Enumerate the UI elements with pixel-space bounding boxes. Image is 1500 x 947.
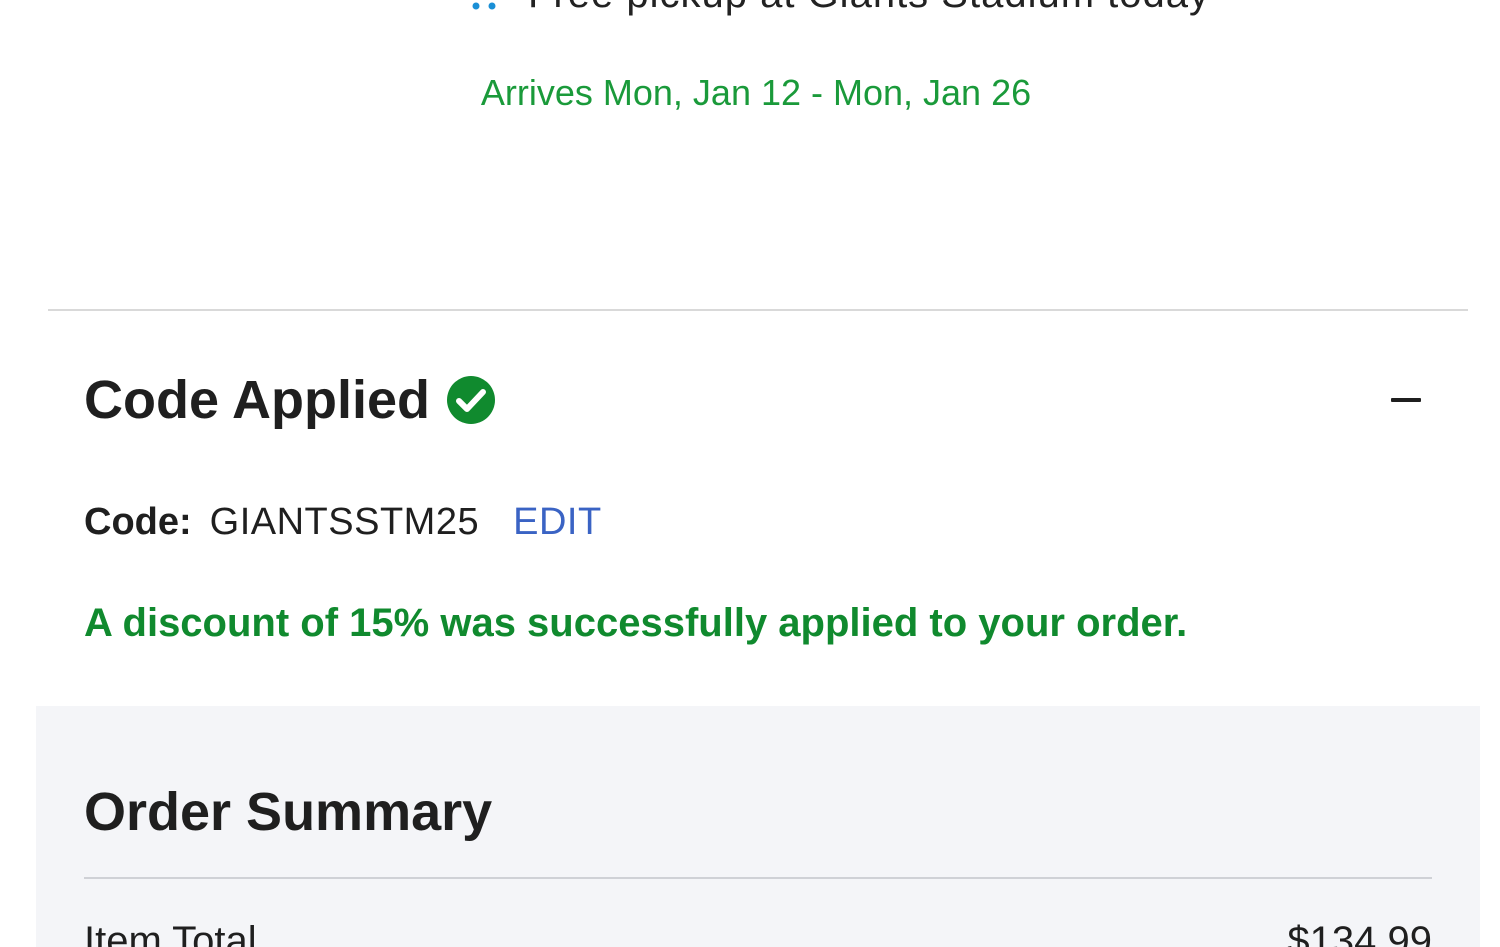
summary-row-value: $134.99 bbox=[1287, 919, 1432, 947]
order-summary-panel: Order Summary Item Total $134.99 bbox=[36, 706, 1480, 947]
code-value: GIANTSSTM25 bbox=[209, 501, 480, 543]
summary-divider bbox=[84, 877, 1432, 879]
pickup-text: Free pickup at Giants Stadium today bbox=[528, 0, 1210, 17]
collapse-button[interactable] bbox=[1382, 378, 1430, 422]
summary-row-label: Item Total bbox=[84, 919, 257, 947]
check-circle-icon bbox=[446, 375, 496, 425]
minus-icon bbox=[1391, 398, 1421, 402]
section-divider bbox=[48, 309, 1468, 311]
code-label: Code: bbox=[84, 501, 192, 543]
promo-header: Code Applied bbox=[84, 368, 496, 432]
promo-title: Code Applied bbox=[84, 370, 430, 430]
pickup-row: Free pickup at Giants Stadium today bbox=[462, 0, 1210, 17]
promo-code-row: Code: GIANTSSTM25 EDIT bbox=[84, 498, 602, 546]
order-summary-title: Order Summary bbox=[84, 782, 493, 842]
checkout-page: Free pickup at Giants Stadium today Arri… bbox=[0, 0, 1500, 947]
discount-success-message: A discount of 15% was successfully appli… bbox=[84, 601, 1188, 645]
summary-row-item-total: Item Total $134.99 bbox=[84, 916, 1432, 947]
arrival-date: Arrives Mon, Jan 12 - Mon, Jan 26 bbox=[480, 72, 1032, 113]
cart-icon bbox=[462, 0, 502, 14]
edit-code-link[interactable]: EDIT bbox=[513, 498, 602, 546]
